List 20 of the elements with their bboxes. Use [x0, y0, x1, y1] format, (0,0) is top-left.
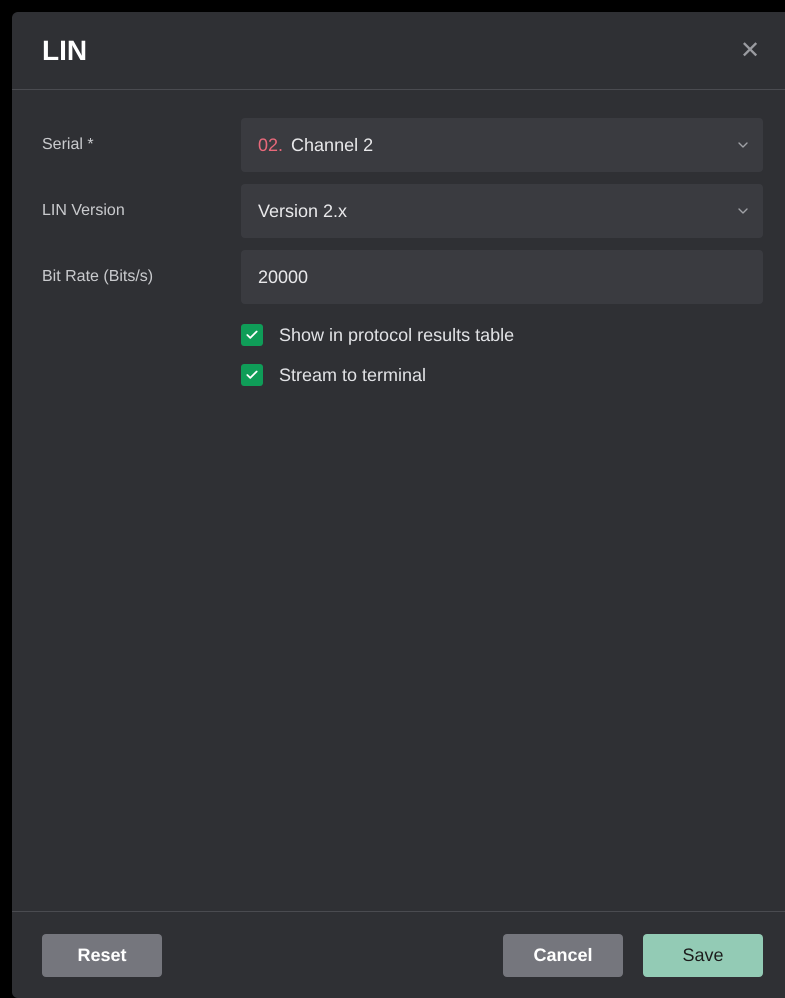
check-icon	[245, 328, 259, 342]
field-label: LIN Version	[42, 202, 126, 220]
checkbox-label: Show in protocol results table	[279, 324, 514, 346]
input-field[interactable]: 20000	[241, 250, 763, 304]
checkbox[interactable]	[241, 324, 263, 346]
check-icon	[245, 368, 259, 382]
close-button[interactable]: ✕	[740, 36, 760, 65]
save-button[interactable]: Save	[643, 934, 763, 976]
channel-number: 02.	[258, 134, 284, 156]
dropdown-field[interactable]: 02. Channel 2	[241, 118, 763, 172]
field-label: Bit Rate (Bits/s)	[42, 268, 154, 286]
field-value: Channel 2	[291, 134, 374, 156]
field-value: Version 2.x	[258, 200, 348, 222]
dropdown-field[interactable]: Version 2.x	[241, 184, 763, 238]
action-button[interactable]: Reset	[42, 934, 162, 976]
checkbox-label: Stream to terminal	[279, 364, 426, 386]
action-button[interactable]: Cancel	[503, 934, 623, 976]
field-label: Serial *	[42, 136, 95, 154]
checkbox[interactable]	[241, 364, 263, 386]
dialog-title: LIN	[42, 34, 88, 66]
